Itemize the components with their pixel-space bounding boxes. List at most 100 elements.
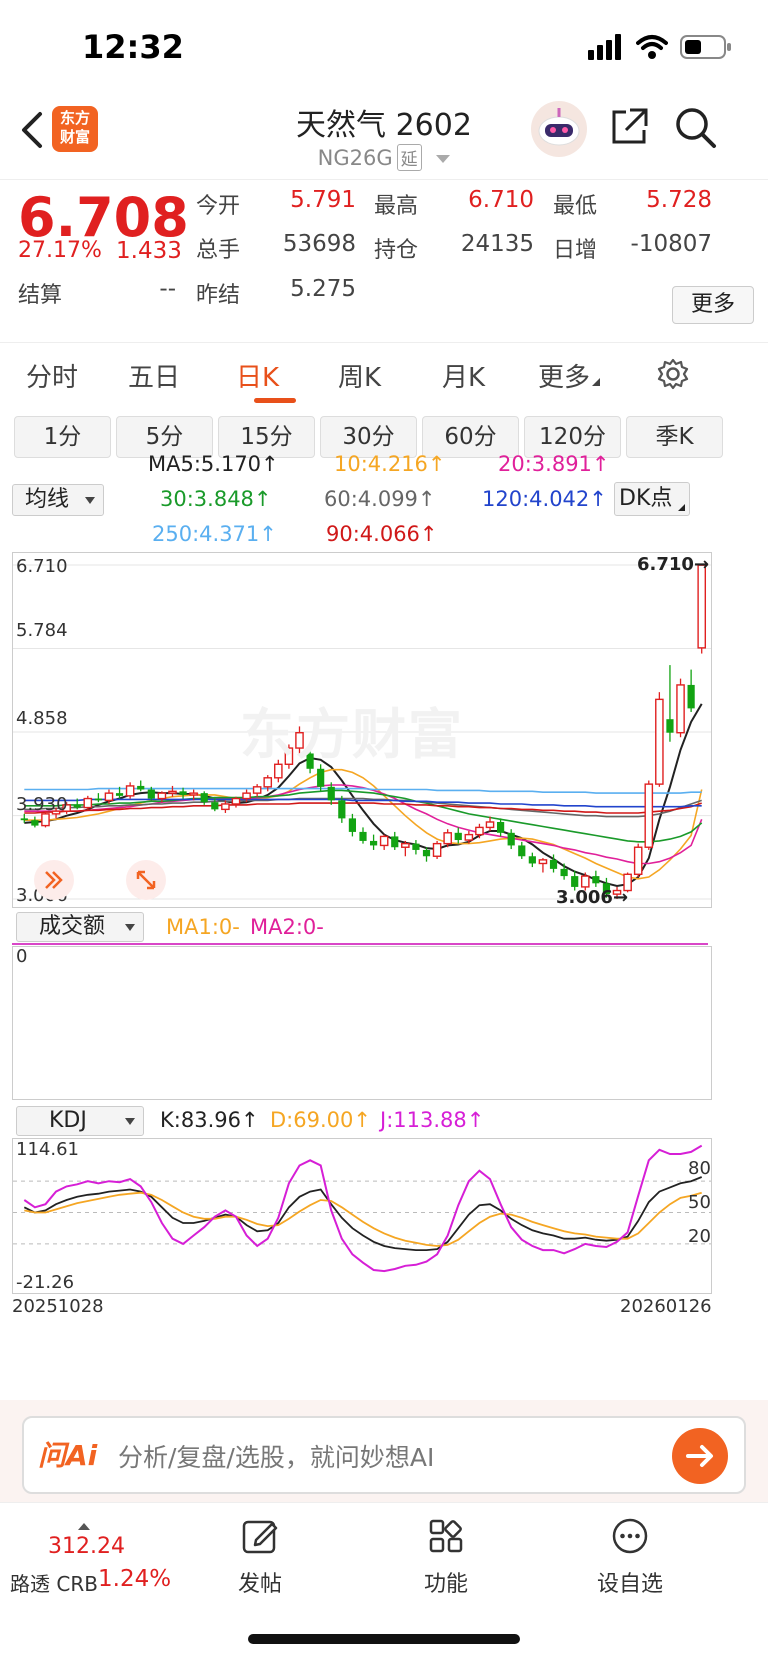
contract-subtitle[interactable]: NG26G 延 xyxy=(0,144,768,171)
tab-five-day[interactable]: 五日 xyxy=(128,357,180,394)
kline-y-label-3: 4.858 xyxy=(16,708,68,729)
volume-chart-panel[interactable] xyxy=(12,946,712,1100)
index-value: 312.24 xyxy=(48,1534,125,1559)
candle-body xyxy=(422,849,431,857)
more-quote-button[interactable]: 更多 xyxy=(672,286,754,324)
candle-body xyxy=(633,846,643,875)
ai-input-placeholder[interactable]: 分析/复盘/选股，就问妙想AI xyxy=(118,1438,434,1474)
date-start-label: 20251028 xyxy=(12,1296,104,1317)
status-icons xyxy=(588,32,732,66)
prev-settle-value: 5.275 xyxy=(290,276,356,302)
indicator-dropdown[interactable]: 均线 xyxy=(12,484,104,516)
candle-body xyxy=(73,804,81,808)
double-chevron-right-icon xyxy=(45,871,63,889)
prev-settle-label: 昨结 xyxy=(196,283,241,308)
caret-down-icon xyxy=(125,924,135,931)
nav-add-watchlist-label: 设自选 xyxy=(596,1572,663,1597)
kdj-line-j xyxy=(23,1144,703,1273)
caret-up-icon xyxy=(77,1516,91,1535)
delayed-tag: 延 xyxy=(396,144,422,171)
tab-monthly-k[interactable]: 月K xyxy=(442,357,485,394)
candle-body xyxy=(432,842,442,857)
candle-body xyxy=(359,831,367,841)
candle-body xyxy=(104,792,114,802)
dk-points-button[interactable]: DK点 xyxy=(614,482,690,516)
grid-icon xyxy=(428,1518,464,1558)
volume-indicator-dropdown[interactable]: 成交额 xyxy=(16,912,144,942)
status-time: 12:32 xyxy=(82,28,184,66)
kdj-indicator-dropdown[interactable]: KDJ xyxy=(16,1106,144,1136)
candle-body xyxy=(200,793,208,803)
nav-functions-button[interactable]: 功能 xyxy=(396,1518,496,1602)
kdj-y-bottom-label: -21.26 xyxy=(16,1272,75,1293)
candle-body xyxy=(485,821,495,829)
nav-post-button[interactable]: 发帖 xyxy=(210,1518,310,1602)
kdj-y-top-label: 114.61 xyxy=(16,1139,79,1160)
candle-body xyxy=(687,684,695,709)
open-interest-value: 24135 xyxy=(460,231,534,257)
settle-value: -- xyxy=(159,276,176,302)
kline-y-label-2: 5.784 xyxy=(16,620,68,641)
volume-ma-line xyxy=(12,943,708,945)
kdj-level-50-label: 50 xyxy=(688,1192,711,1213)
ma10-value: 10:4.216↑ xyxy=(334,452,446,476)
candle-body xyxy=(31,820,39,826)
caret-down-icon xyxy=(125,1118,135,1125)
tab-daily-k[interactable]: 日K xyxy=(236,357,279,394)
candle-body xyxy=(401,842,410,848)
candle-body xyxy=(497,821,505,833)
candle-body xyxy=(83,797,93,809)
tab-more[interactable]: 更多 xyxy=(538,357,601,394)
candle-body xyxy=(560,868,568,877)
arrow-right-icon xyxy=(686,1445,713,1467)
dk-points-label: DK点 xyxy=(619,486,673,511)
candle-body xyxy=(655,698,664,785)
candle-body xyxy=(317,768,325,787)
kdj-chart-panel[interactable] xyxy=(12,1138,712,1294)
tab-weekly-k[interactable]: 周K xyxy=(338,357,381,394)
settings-gear-icon[interactable] xyxy=(656,357,690,395)
period-tabs: 分时 五日 日K 周K 月K 更多 xyxy=(0,342,768,406)
tab-more-label: 更多 xyxy=(538,363,591,393)
ma20-value: 20:3.891↑ xyxy=(498,452,610,476)
kdj-chart[interactable] xyxy=(13,1139,711,1293)
candle-body xyxy=(592,876,600,884)
volume-label: 总手 xyxy=(196,238,241,263)
fullscreen-button[interactable] xyxy=(126,860,166,900)
search-icon[interactable] xyxy=(672,104,718,154)
candle-body xyxy=(338,800,346,819)
volume-zero-label: 0 xyxy=(16,946,28,967)
period-1min-button[interactable]: 1分 xyxy=(14,416,111,458)
share-icon[interactable] xyxy=(608,106,650,152)
min-price-marker-label: 3.006 xyxy=(556,887,613,908)
index-ticker[interactable]: 312.24 路透 CRB 1.24% xyxy=(0,1516,171,1606)
candle-body xyxy=(475,826,484,836)
kline-y-label-4: 3.930 xyxy=(16,794,68,815)
kdj-line-k xyxy=(23,1176,703,1251)
chevron-down-icon xyxy=(436,155,451,163)
candle-body xyxy=(507,832,515,846)
expand-arrows-icon xyxy=(136,870,156,890)
active-tab-indicator xyxy=(254,398,296,403)
more-icon xyxy=(612,1518,648,1558)
low-value: 5.728 xyxy=(646,187,712,213)
candle-body xyxy=(580,875,590,888)
nav-functions-label: 功能 xyxy=(423,1572,468,1597)
home-indicator xyxy=(248,1634,520,1644)
candle-body xyxy=(518,845,526,857)
nav-add-watchlist-button[interactable]: 设自选 xyxy=(580,1518,680,1602)
ai-send-button[interactable] xyxy=(672,1428,728,1484)
ma90-value: 90:4.066↑ xyxy=(326,522,438,546)
volume-indicator-label: 成交额 xyxy=(39,914,106,939)
candle-body xyxy=(666,719,674,733)
max-price-marker: 6.710→ xyxy=(637,554,710,575)
expand-left-button[interactable] xyxy=(34,860,74,900)
tab-intraday[interactable]: 分时 xyxy=(26,357,78,394)
ai-robot-avatar-icon[interactable] xyxy=(530,100,588,162)
ma30-value: 30:3.848↑ xyxy=(160,487,272,511)
candle-body xyxy=(231,797,241,805)
candle-body xyxy=(327,786,335,801)
period-quarter-k-button[interactable]: 季K xyxy=(626,416,723,458)
kdj-indicator-label: KDJ xyxy=(49,1108,87,1133)
candle-body xyxy=(252,786,262,794)
